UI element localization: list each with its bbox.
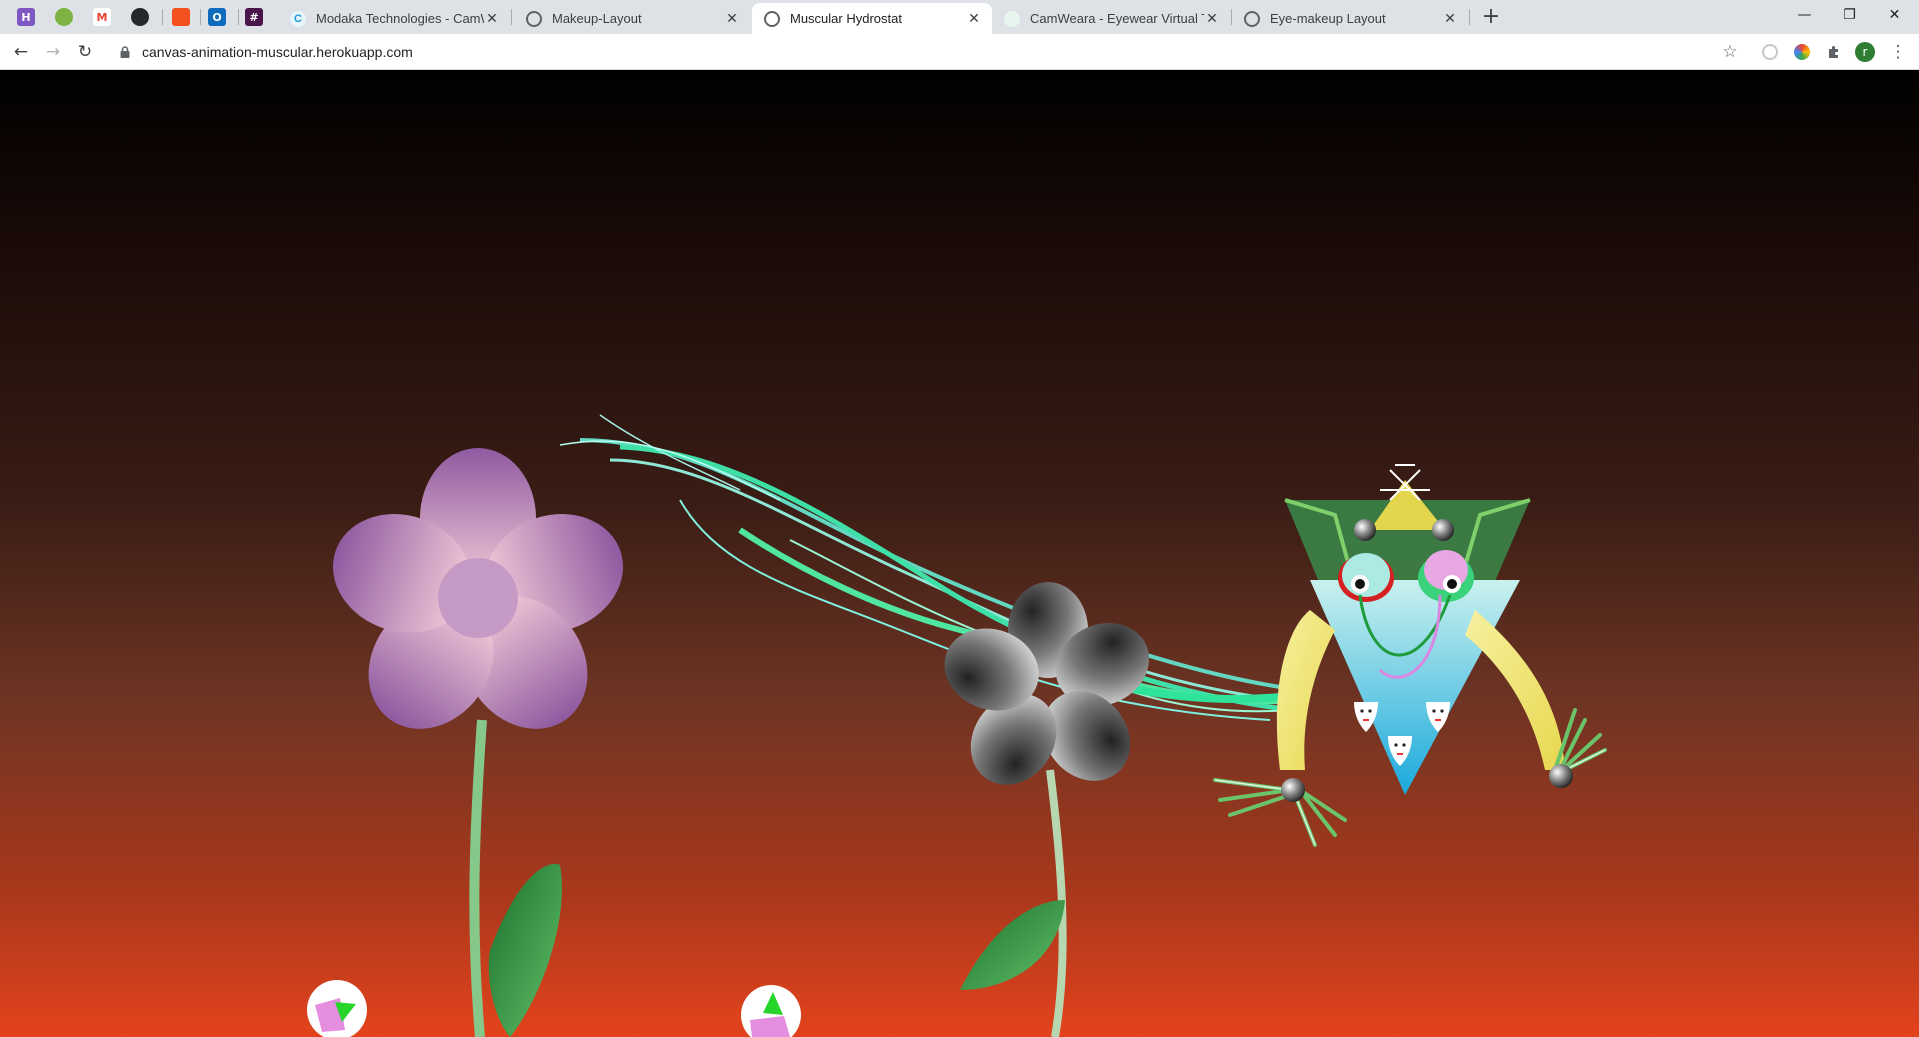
globe-icon [764, 10, 780, 27]
animation-canvas[interactable] [0, 70, 1919, 1037]
color-extension-icon[interactable] [1790, 40, 1814, 64]
pinned-tab-h[interactable]: H [14, 6, 38, 28]
pinned-tab-orange[interactable] [169, 6, 193, 28]
grey-flower [944, 582, 1150, 1037]
pink-flower [332, 448, 624, 1037]
address-bar[interactable]: canvas-animation-muscular.herokuapp.com [108, 38, 1764, 66]
new-tab-button[interactable]: + [1478, 6, 1504, 28]
pinned-tab-slack[interactable]: # [242, 6, 266, 28]
tab-makeup-layout[interactable]: Makeup-Layout ✕ [514, 3, 750, 34]
tab-title: CamWeara - Eyewear Virtual Try On [1030, 11, 1204, 26]
hydrostat-creature [1213, 464, 1607, 847]
tab-title: Makeup-Layout [552, 11, 642, 26]
tab-strip: H M O # C Modaka Technologies - CamWeara… [0, 0, 1919, 34]
outlook-icon: O [208, 8, 226, 26]
close-tab-icon[interactable]: ✕ [484, 11, 500, 27]
url-text: canvas-animation-muscular.herokuapp.com [142, 44, 413, 60]
tab-camweara-eyewear[interactable]: CamWeara - Eyewear Virtual Try On ✕ [992, 3, 1230, 34]
close-tab-icon[interactable]: ✕ [1442, 11, 1458, 27]
pinned-tab-outlook[interactable]: O [205, 6, 229, 28]
extensions-puzzle-icon[interactable] [1822, 40, 1846, 64]
tab-eye-makeup-layout[interactable]: Eye-makeup Layout ✕ [1232, 3, 1468, 34]
restore-button[interactable]: ❐ [1827, 0, 1872, 30]
reload-button[interactable]: ↻ [73, 40, 97, 64]
extension-icon[interactable] [1758, 40, 1782, 64]
h-app-icon: H [17, 8, 35, 26]
tab-modaka[interactable]: C Modaka Technologies - CamWeara ✕ [278, 3, 510, 34]
profile-avatar[interactable]: r [1853, 40, 1877, 64]
globe-icon [1244, 10, 1260, 27]
gmail-icon: M [93, 8, 111, 26]
camweara-icon [1004, 10, 1020, 27]
back-button[interactable]: ← [9, 40, 33, 64]
tab-separator [1469, 9, 1470, 25]
orange-app-icon [172, 8, 190, 26]
canvas-viewport[interactable] [0, 70, 1919, 1037]
pinned-tab-green[interactable] [52, 6, 76, 28]
camweara-icon: C [290, 10, 306, 27]
slack-icon: # [245, 8, 263, 26]
bookmark-star-icon[interactable]: ☆ [1718, 40, 1742, 64]
tab-title: Muscular Hydrostat [790, 11, 902, 26]
close-window-button[interactable]: ✕ [1872, 0, 1917, 30]
tab-separator [200, 9, 201, 25]
tentacle-strands [559, 414, 1301, 721]
pinned-tab-gmail[interactable]: M [90, 6, 114, 28]
minimize-button[interactable]: — [1782, 0, 1827, 30]
tab-title: Eye-makeup Layout [1270, 11, 1386, 26]
tab-separator [238, 9, 239, 25]
tab-separator [511, 9, 512, 25]
browser-toolbar: ← → ↻ canvas-animation-muscular.herokuap… [0, 34, 1919, 70]
close-tab-icon[interactable]: ✕ [1204, 11, 1220, 27]
tab-muscular-hydrostat[interactable]: Muscular Hydrostat ✕ [752, 3, 992, 34]
lock-icon [120, 46, 130, 58]
menu-kebab-icon[interactable]: ⋮ [1886, 40, 1910, 64]
github-icon [131, 8, 149, 26]
tab-separator [162, 9, 163, 25]
pinned-tab-github[interactable] [128, 6, 152, 28]
bubble-flower-right [741, 985, 801, 1037]
green-app-icon [55, 8, 73, 26]
tab-title: Modaka Technologies - CamWeara [316, 11, 484, 26]
forward-button[interactable]: → [41, 40, 65, 64]
close-tab-icon[interactable]: ✕ [966, 11, 982, 27]
globe-icon [526, 10, 542, 27]
close-tab-icon[interactable]: ✕ [724, 11, 740, 27]
bubble-flower-left [307, 980, 367, 1037]
